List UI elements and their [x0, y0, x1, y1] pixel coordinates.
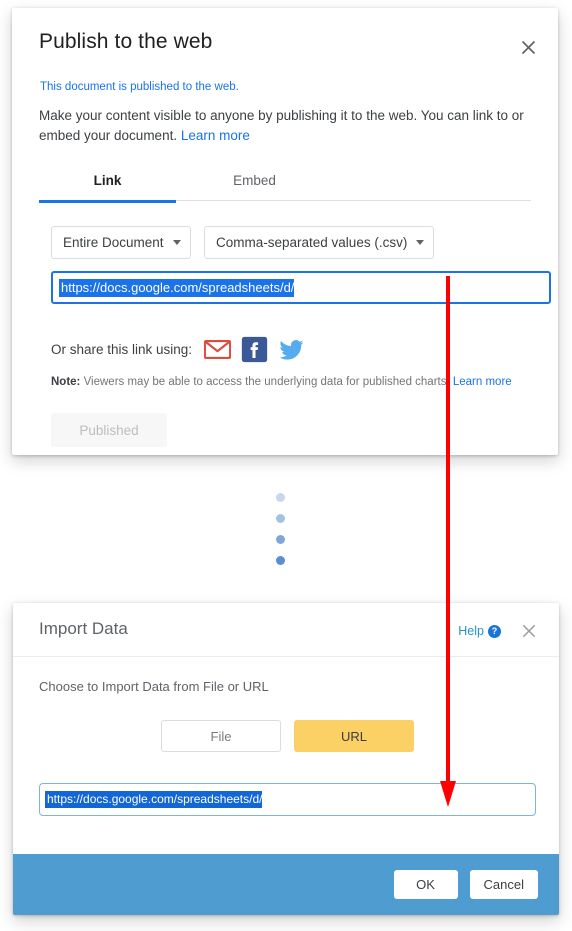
tab-link[interactable]: Link — [39, 173, 176, 201]
help-link[interactable]: Help ? — [458, 624, 501, 638]
published-link-input[interactable]: https://docs.google.com/spreadsheets/d/ — [51, 271, 551, 304]
note-text: Viewers may be able to access the underl… — [80, 376, 453, 388]
transition-dots — [276, 493, 285, 577]
import-dialog-footer: OK Cancel — [13, 854, 559, 915]
transition-dot — [276, 514, 285, 523]
tab-embed[interactable]: Embed — [186, 173, 323, 201]
active-tab-indicator — [39, 200, 176, 203]
close-icon[interactable] — [516, 35, 540, 59]
import-url-value: https://docs.google.com/spreadsheets/d/ — [45, 791, 263, 808]
dialog-description: Make your content visible to anyone by p… — [39, 106, 531, 146]
help-label: Help — [458, 624, 484, 638]
page-title: Publish to the web — [39, 30, 213, 53]
transition-dot — [276, 493, 285, 502]
transition-dot — [276, 556, 285, 565]
screenshot-stage: Publish to the web This document is publ… — [0, 0, 572, 931]
note-learn-more-link[interactable]: Learn more — [453, 376, 512, 388]
twitter-icon[interactable] — [278, 336, 305, 363]
import-source-file-button[interactable]: File — [161, 720, 281, 752]
import-url-input[interactable]: https://docs.google.com/spreadsheets/d/ — [39, 783, 536, 816]
share-link-label: Or share this link using: — [51, 342, 193, 357]
publish-to-web-dialog: Publish to the web This document is publ… — [12, 8, 558, 455]
format-select[interactable]: Comma-separated values (.csv) — [204, 226, 435, 259]
ok-button[interactable]: OK — [393, 870, 458, 899]
share-link-row: Or share this link using: — [51, 336, 315, 363]
format-select-value: Comma-separated values (.csv) — [216, 235, 408, 250]
description-text: Make your content visible to anyone by p… — [39, 108, 524, 143]
scope-select-value: Entire Document — [63, 235, 164, 250]
underlying-data-note: Note: Viewers may be able to access the … — [51, 376, 531, 388]
note-prefix: Note: — [51, 376, 81, 388]
learn-more-link[interactable]: Learn more — [181, 128, 250, 143]
scope-select[interactable]: Entire Document — [51, 226, 191, 259]
transition-dot — [276, 535, 285, 544]
close-icon[interactable] — [519, 621, 539, 641]
import-data-dialog: Import Data Help ? Choose to Import Data… — [13, 603, 559, 915]
published-button[interactable]: Published — [51, 413, 167, 447]
cancel-button[interactable]: Cancel — [469, 870, 538, 899]
import-instruction-text: Choose to Import Data from File or URL — [39, 679, 269, 694]
chevron-down-icon — [416, 240, 425, 245]
publish-tabs: Link Embed — [39, 173, 531, 201]
import-source-url-button[interactable]: URL — [294, 720, 414, 752]
chevron-down-icon — [172, 240, 181, 245]
published-status-text: This document is published to the web. — [40, 81, 239, 93]
import-dialog-title: Import Data — [39, 619, 128, 638]
help-circle-icon: ? — [488, 624, 501, 638]
facebook-icon[interactable] — [241, 336, 268, 363]
published-link-value: https://docs.google.com/spreadsheets/d/ — [59, 278, 295, 297]
gmail-icon[interactable] — [204, 336, 232, 363]
